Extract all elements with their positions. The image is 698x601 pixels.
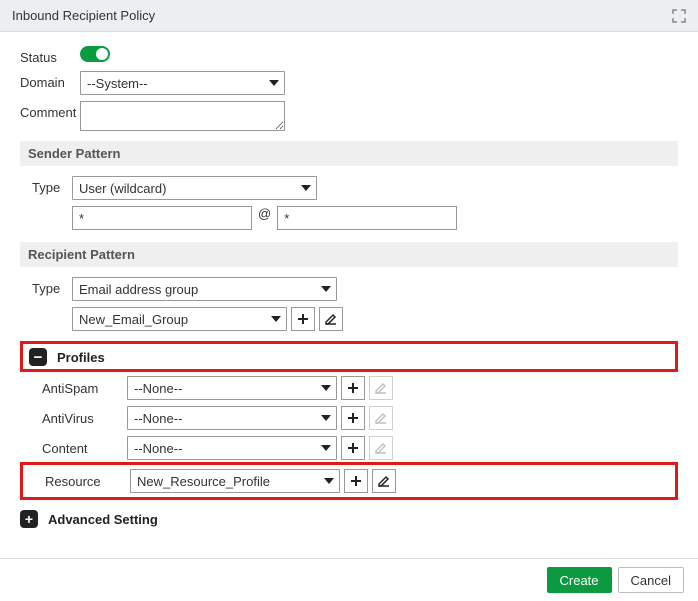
resource-label: Resource [45,474,130,489]
resource-row: Resource New_Resource_Profile [29,469,669,493]
resource-highlight: Resource New_Resource_Profile [20,462,678,500]
sender-type-row: Type User (wildcard) [32,176,666,200]
chevron-down-icon [271,316,281,322]
dialog-title: Inbound Recipient Policy [12,8,155,23]
antivirus-edit-button[interactable] [369,406,393,430]
antispam-row: AntiSpam --None-- [42,376,678,400]
collapse-icon: − [29,348,47,366]
domain-value: --System-- [87,76,148,91]
chevron-down-icon [301,185,311,191]
content-add-button[interactable] [341,436,365,460]
sender-domain-input[interactable]: * [277,206,457,230]
advanced-title: Advanced Setting [48,512,158,527]
chevron-down-icon [321,445,331,451]
antivirus-select[interactable]: --None-- [127,406,337,430]
comment-label: Comment [20,101,80,120]
expand-icon[interactable] [672,9,686,23]
sender-local-input[interactable]: * [72,206,252,230]
content-label: Content [42,441,127,456]
content-select[interactable]: --None-- [127,436,337,460]
recipient-edit-button[interactable] [319,307,343,331]
cancel-button[interactable]: Cancel [618,567,684,593]
recipient-type-select[interactable]: Email address group [72,277,337,301]
recipient-group-select[interactable]: New_Email_Group [72,307,287,331]
chevron-down-icon [269,80,279,86]
create-button[interactable]: Create [547,567,612,593]
content-edit-button[interactable] [369,436,393,460]
antispam-label: AntiSpam [42,381,127,396]
chevron-down-icon [321,385,331,391]
sender-pattern-section: Sender Pattern Type User (wildcard) * @ … [20,141,678,230]
chevron-down-icon [324,478,334,484]
sender-type-select[interactable]: User (wildcard) [72,176,317,200]
domain-row: Domain --System-- [20,71,678,95]
advanced-toggle[interactable]: + Advanced Setting [20,510,678,528]
sender-pattern-header: Sender Pattern [20,141,678,166]
antispam-edit-button[interactable] [369,376,393,400]
antivirus-row: AntiVirus --None-- [42,406,678,430]
sender-type-label: Type [32,176,72,195]
recipient-group-row: New_Email_Group [32,307,666,331]
domain-select[interactable]: --System-- [80,71,285,95]
dialog-body: Status Domain --System-- Comment Sender … [0,32,698,544]
profiles-highlight: − Profiles [20,341,678,372]
status-row: Status [20,46,678,65]
sender-type-value: User (wildcard) [79,181,166,196]
comment-input[interactable] [80,101,285,131]
profiles-toggle[interactable]: − Profiles [29,348,669,366]
recipient-type-row: Type Email address group [32,277,666,301]
domain-label: Domain [20,71,80,90]
antispam-select[interactable]: --None-- [127,376,337,400]
dialog-footer: Create Cancel [0,558,698,601]
resource-add-button[interactable] [344,469,368,493]
recipient-add-button[interactable] [291,307,315,331]
recipient-type-value: Email address group [79,282,198,297]
status-label: Status [20,46,80,65]
sender-pattern-row: * @ * [32,206,666,230]
at-symbol: @ [252,206,277,221]
chevron-down-icon [321,286,331,292]
antivirus-add-button[interactable] [341,406,365,430]
resource-edit-button[interactable] [372,469,396,493]
chevron-down-icon [321,415,331,421]
profiles-body: AntiSpam --None-- AntiVirus --None-- [20,376,678,460]
status-toggle[interactable] [80,46,110,62]
recipient-pattern-section: Recipient Pattern Type Email address gro… [20,242,678,331]
content-row: Content --None-- [42,436,678,460]
recipient-pattern-header: Recipient Pattern [20,242,678,267]
recipient-type-label: Type [32,277,72,296]
antivirus-label: AntiVirus [42,411,127,426]
dialog-header: Inbound Recipient Policy [0,0,698,32]
expand-plus-icon: + [20,510,38,528]
recipient-group-value: New_Email_Group [79,312,188,327]
resource-select[interactable]: New_Resource_Profile [130,469,340,493]
comment-row: Comment [20,101,678,131]
antispam-add-button[interactable] [341,376,365,400]
profiles-title: Profiles [57,350,105,365]
